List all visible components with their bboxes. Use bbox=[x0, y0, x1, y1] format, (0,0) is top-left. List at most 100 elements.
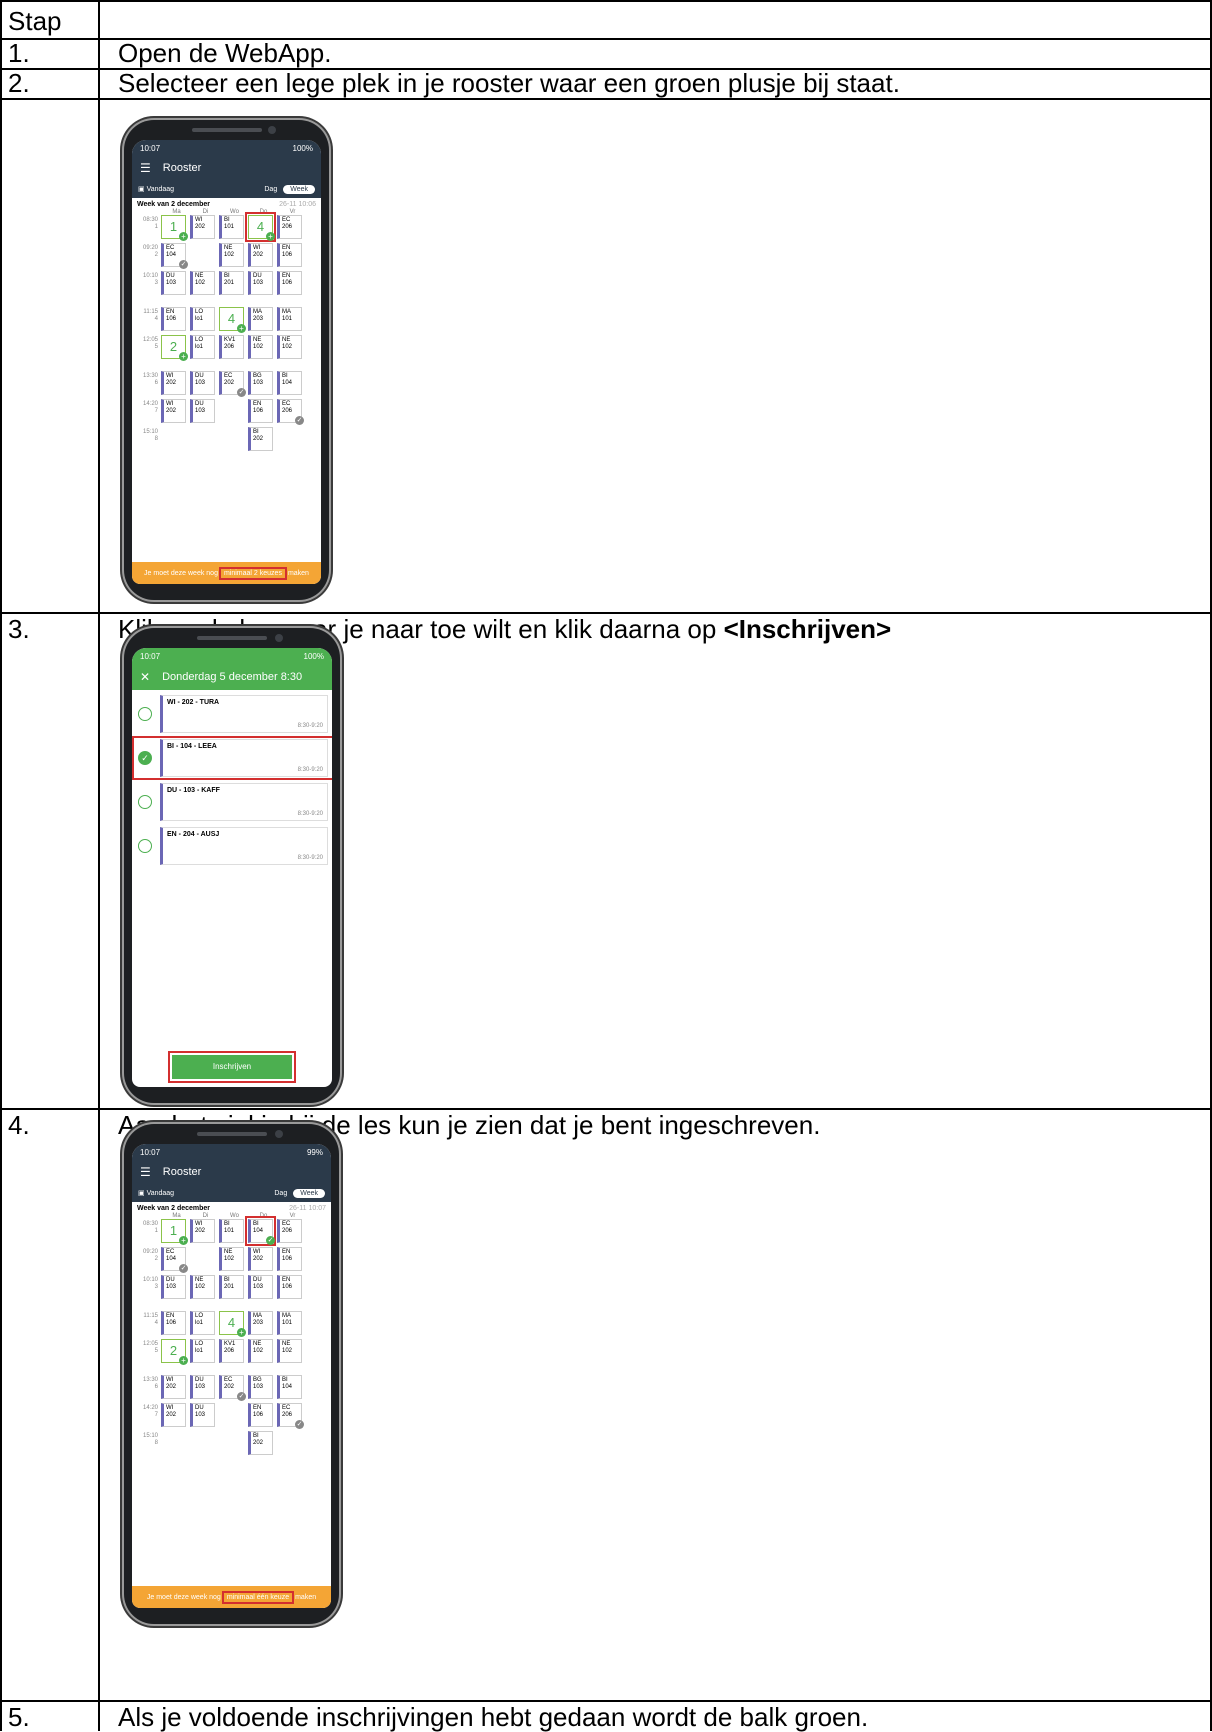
lesson-slot[interactable]: BI 104 bbox=[277, 1375, 302, 1399]
view-day-tab[interactable]: Dag bbox=[264, 186, 277, 193]
lesson-slot[interactable]: BI 101 bbox=[219, 1219, 244, 1243]
lesson-slot[interactable]: LO lo1 bbox=[190, 335, 215, 359]
status-bar: 10:07 99% bbox=[132, 1144, 331, 1160]
lesson-slot[interactable]: BI 104 bbox=[277, 371, 302, 395]
lesson-slot[interactable]: NE 102 bbox=[190, 271, 215, 295]
lesson-slot[interactable]: BG 103 bbox=[248, 1375, 273, 1399]
lesson-slot[interactable]: EC 104 ✓ bbox=[161, 243, 188, 269]
lesson-option-selected[interactable]: ✓ BI - 104 - LEEA 8:30-9:20 bbox=[132, 736, 332, 780]
lesson-slot[interactable]: BI 201 bbox=[219, 271, 244, 295]
empty-slot bbox=[219, 1431, 244, 1455]
radio-button[interactable] bbox=[138, 795, 152, 809]
lesson-slot[interactable]: EN 106 bbox=[277, 271, 302, 295]
lesson-slot[interactable]: KV1 206 bbox=[219, 1339, 244, 1363]
inschrijven-button[interactable]: Inschrijven bbox=[168, 1051, 296, 1083]
lesson-slot[interactable]: DU 103 bbox=[190, 399, 215, 423]
radio-button[interactable] bbox=[138, 839, 152, 853]
lesson-slot[interactable]: EC 206 ✓ bbox=[277, 399, 304, 425]
lesson-slot[interactable]: DU 103 bbox=[248, 271, 273, 295]
lesson-slot[interactable]: EN 106 bbox=[277, 243, 302, 267]
choice-slot[interactable]: 4 + bbox=[219, 307, 246, 333]
lesson-slot[interactable]: BG 103 bbox=[248, 371, 273, 395]
lesson-slot[interactable]: EC 206 bbox=[277, 215, 302, 239]
lesson-slot[interactable]: WI 202 bbox=[190, 1219, 215, 1243]
lesson-option[interactable]: DU - 103 - KAFF 8:30-9:20 bbox=[136, 782, 328, 822]
lesson-slot[interactable]: BI 101 bbox=[219, 215, 244, 239]
status-time: 10:07 bbox=[140, 651, 161, 661]
lesson-slot[interactable]: WI 202 bbox=[248, 1247, 273, 1271]
choice-slot[interactable]: 2 + bbox=[161, 1339, 188, 1365]
schedule-row: 09:20 2 EC 104 ✓ NE 102 WI 202 EN 106 bbox=[132, 1247, 331, 1275]
lesson-slot[interactable]: NE 102 bbox=[190, 1275, 215, 1299]
lesson-card[interactable]: WI - 202 - TURA 8:30-9:20 bbox=[160, 695, 328, 733]
menu-icon[interactable]: ☰ bbox=[140, 161, 151, 175]
lesson-slot[interactable]: NE 102 bbox=[277, 335, 302, 359]
lesson-slot[interactable]: NE 102 bbox=[219, 1247, 244, 1271]
choice-slot[interactable]: 4 + bbox=[245, 212, 276, 242]
lesson-slot[interactable]: LO lo1 bbox=[190, 1339, 215, 1363]
radio-button[interactable] bbox=[138, 707, 152, 721]
lesson-slot[interactable]: EN 106 bbox=[161, 307, 186, 331]
phone-speaker bbox=[196, 1132, 267, 1136]
lesson-slot[interactable]: EC 202 ✓ bbox=[219, 371, 246, 397]
view-toggle: Dag Week bbox=[274, 1188, 325, 1198]
lesson-slot[interactable]: WI 202 bbox=[248, 243, 273, 267]
lesson-slot[interactable]: EN 106 bbox=[277, 1275, 302, 1299]
time-label: 10:10 3 bbox=[142, 1277, 158, 1290]
lesson-slot[interactable]: LO lo1 bbox=[190, 1311, 215, 1335]
lesson-slot[interactable]: EN 106 bbox=[277, 1247, 302, 1271]
lesson-slot[interactable]: NE 102 bbox=[219, 243, 244, 267]
lesson-card[interactable]: DU - 103 - KAFF 8:30-9:20 bbox=[160, 783, 328, 821]
lesson-slot[interactable]: NE 102 bbox=[248, 335, 273, 359]
lesson-slot[interactable]: EC 202 ✓ bbox=[219, 1375, 246, 1401]
lesson-slot[interactable]: BI 202 bbox=[248, 1431, 273, 1455]
lesson-slot[interactable]: MA 101 bbox=[277, 1311, 302, 1335]
choice-slot[interactable]: 4 + bbox=[219, 1311, 246, 1337]
today-button[interactable]: ▣ Vandaag bbox=[138, 185, 174, 193]
time-label: 11:15 4 bbox=[143, 309, 158, 322]
today-button[interactable]: ▣ Vandaag bbox=[138, 1189, 174, 1197]
lesson-slot[interactable]: DU 103 bbox=[190, 1403, 215, 1427]
lesson-slot[interactable]: EN 106 bbox=[248, 399, 273, 423]
lesson-slot[interactable]: WI 202 bbox=[161, 1403, 186, 1427]
lesson-slot[interactable]: NE 102 bbox=[248, 1339, 273, 1363]
lesson-slot[interactable]: WI 202 bbox=[161, 371, 186, 395]
choice-slot[interactable]: 1 + bbox=[161, 215, 188, 241]
choice-slot[interactable]: 1 + bbox=[161, 1219, 188, 1245]
lesson-slot[interactable]: WI 202 bbox=[190, 215, 215, 239]
view-week-tab[interactable]: Week bbox=[283, 184, 315, 194]
empty-slot bbox=[161, 427, 186, 451]
lesson-slot[interactable]: DU 103 bbox=[248, 1275, 273, 1299]
lesson-slot[interactable]: DU 103 bbox=[161, 271, 186, 295]
lesson-slot[interactable]: DU 103 bbox=[190, 1375, 215, 1399]
lesson-slot[interactable]: DU 103 bbox=[161, 1275, 186, 1299]
lesson-slot[interactable]: BI 201 bbox=[219, 1275, 244, 1299]
lesson-slot[interactable]: KV1 206 bbox=[219, 335, 244, 359]
lesson-option[interactable]: EN - 204 - AUSJ 8:30-9:20 bbox=[136, 826, 328, 866]
lesson-slot[interactable]: MA 203 bbox=[248, 307, 273, 331]
banner-text: Je moet deze week nog bbox=[146, 1593, 221, 1601]
lesson-slot[interactable]: DU 103 bbox=[190, 371, 215, 395]
choice-slot[interactable]: 2 + bbox=[161, 335, 188, 361]
lesson-slot[interactable]: WI 202 bbox=[161, 399, 186, 423]
lesson-card[interactable]: EN - 204 - AUSJ 8:30-9:20 bbox=[160, 827, 328, 865]
close-icon[interactable]: ✕ bbox=[140, 670, 150, 684]
lesson-slot[interactable]: BI 202 bbox=[248, 427, 273, 451]
schedule-row: 13:30 6 WI 202 DU 103 EC 202 ✓ BG 103 BI 104 bbox=[132, 1375, 331, 1403]
lesson-slot[interactable]: EN 106 bbox=[248, 1403, 273, 1427]
lesson-slot[interactable]: EC 104 ✓ bbox=[161, 1247, 188, 1273]
lesson-slot[interactable]: EC 206 ✓ bbox=[277, 1403, 304, 1429]
view-week-tab[interactable]: Week bbox=[293, 1188, 325, 1198]
lesson-slot[interactable]: LO lo1 bbox=[190, 307, 215, 331]
schedule-row: 09:20 2 EC 104 ✓ NE 102 WI 202 EN 106 bbox=[132, 243, 321, 271]
lesson-slot[interactable]: WI 202 bbox=[161, 1375, 186, 1399]
lesson-slot[interactable]: EN 106 bbox=[161, 1311, 186, 1335]
lesson-slot[interactable]: NE 102 bbox=[277, 1339, 302, 1363]
lesson-slot[interactable]: EC 206 bbox=[277, 1219, 302, 1243]
lesson-slot[interactable]: MA 203 bbox=[248, 1311, 273, 1335]
menu-icon[interactable]: ☰ bbox=[140, 1165, 151, 1179]
view-day-tab[interactable]: Dag bbox=[274, 1190, 287, 1197]
lesson-slot[interactable]: BI 104 ✓ bbox=[245, 1216, 276, 1246]
lesson-slot[interactable]: MA 101 bbox=[277, 307, 302, 331]
lesson-option[interactable]: WI - 202 - TURA 8:30-9:20 bbox=[136, 694, 328, 734]
